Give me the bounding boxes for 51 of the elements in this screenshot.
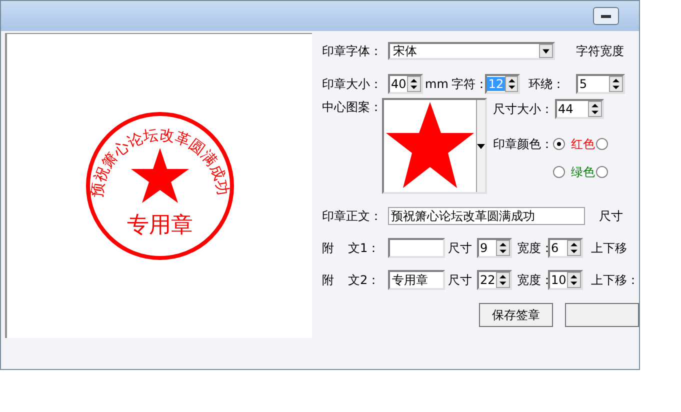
spin-arrows-icon[interactable] [496, 272, 510, 288]
field-label: mm [425, 76, 448, 93]
color-option-label: 红色 [571, 136, 595, 153]
spin-arrows-icon[interactable] [609, 76, 624, 92]
field-label: 印章大小： [322, 76, 383, 93]
text-field[interactable] [388, 238, 445, 258]
spin-box[interactable]: 44 [555, 99, 604, 119]
radio-button[interactable] [596, 138, 608, 150]
field-label: 尺寸大小： [493, 101, 554, 118]
spin-arrows-icon[interactable] [567, 240, 581, 256]
radio-button[interactable] [596, 166, 608, 178]
action-button[interactable]: 保存签章 [479, 303, 553, 327]
spin-arrows-icon[interactable] [567, 272, 581, 288]
field-label: 印章正文： [322, 208, 383, 225]
spin-box[interactable]: 5 [576, 74, 626, 94]
spin-arrows-icon[interactable] [588, 101, 602, 117]
field-label: 字符宽度 [576, 43, 624, 60]
field-label: 环绕： [528, 76, 566, 93]
field-label: 宽度： [517, 272, 548, 289]
spin-box[interactable]: 9 [477, 238, 512, 258]
spin-box[interactable]: 40 [388, 74, 423, 94]
spin-box[interactable]: 22 [477, 270, 512, 290]
field-label: 文1： [348, 240, 381, 257]
minimize-button[interactable] [593, 7, 619, 25]
field-label: 附 [322, 272, 335, 289]
spin-arrows-icon[interactable] [504, 76, 518, 92]
pattern-picker[interactable] [382, 98, 487, 194]
spin-arrows-icon[interactable] [407, 76, 421, 92]
field-label: 中心图案： [322, 99, 382, 114]
text-field[interactable]: 专用章 [388, 270, 445, 290]
field-label: 尺寸 [599, 208, 623, 225]
spin-box[interactable]: 6 [548, 238, 583, 258]
field-label: 上下移 [591, 240, 627, 257]
field-label: 附 [322, 240, 335, 257]
action-button[interactable] [565, 303, 639, 327]
radio-button[interactable] [553, 166, 565, 178]
field-label: 上下移： [591, 272, 639, 289]
radio-button[interactable] [553, 138, 565, 150]
spin-box[interactable]: 10 [548, 270, 583, 290]
field-label: 字符： [451, 76, 486, 93]
field-label: 尺寸 [448, 240, 473, 257]
dropdown-arrow-icon[interactable] [477, 144, 485, 148]
spin-arrows-icon[interactable] [496, 240, 510, 256]
color-option-label: 绿色 [571, 164, 595, 181]
field-label: 印章颜色： [493, 136, 553, 153]
field-label: 尺寸 [448, 272, 473, 289]
font-dropdown[interactable]: 宋体 [388, 42, 555, 60]
text-field[interactable]: 预祝箫心论坛改革圆满成功 [388, 207, 585, 225]
field-label: 文2： [348, 272, 381, 289]
field-label: 宽度： [517, 240, 548, 257]
field-label: 印章字体： [322, 43, 383, 60]
